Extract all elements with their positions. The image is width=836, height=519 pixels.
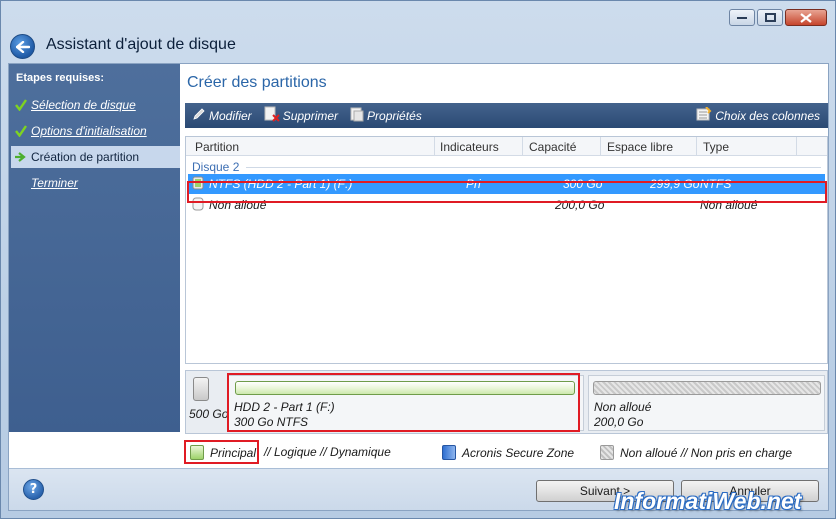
unallocated-swatch-icon: [600, 445, 614, 460]
disk-icon: [193, 377, 209, 401]
choose-columns-button[interactable]: Choix des colonnes: [696, 105, 820, 125]
maximize-icon[interactable]: [757, 9, 783, 26]
step-label: Sélection de disque: [31, 98, 136, 112]
modify-button[interactable]: Modifier: [192, 107, 252, 124]
arrow-right-icon: [11, 152, 31, 162]
pencil-icon: [192, 107, 206, 124]
delete-label: Supprimer: [282, 108, 339, 123]
watermark: InformatiWeb.net: [614, 488, 802, 514]
legend-unallocated-label: Non alloué // Non pris en charge: [620, 445, 793, 460]
app-window: Assistant d'ajout de disque Etapes requi…: [0, 0, 836, 519]
legend-logical-label: // Logique // Dynamique: [264, 445, 391, 459]
col-header-partition[interactable]: Partition: [195, 140, 239, 154]
wizard-body: Etapes requises: Sélection de disque Opt…: [8, 63, 829, 511]
check-icon: [11, 125, 31, 137]
legend: Principal // Logique // Dynamique Acroni…: [185, 442, 828, 464]
col-header-capacity[interactable]: Capacité: [529, 140, 576, 154]
group-divider: [246, 167, 821, 168]
legend-logical: // Logique // Dynamique: [264, 445, 391, 459]
window-title: Assistant d'ajout de disque: [46, 36, 236, 53]
window-controls: [729, 9, 827, 26]
steps-sidebar: Etapes requises: Sélection de disque Opt…: [9, 64, 180, 432]
partition-block-unallocated[interactable]: Non alloué 200,0 Go: [588, 375, 825, 431]
columns-label: Choix des colonnes: [715, 108, 820, 123]
unallocated-detail: 200,0 Go: [594, 415, 644, 429]
step-init-options[interactable]: Options d'initialisation: [11, 120, 180, 142]
section-title: Créer des partitions: [187, 74, 327, 91]
col-header-free[interactable]: Espace libre: [607, 140, 673, 154]
col-header-flags[interactable]: Indicateurs: [440, 140, 499, 154]
step-finish[interactable]: Terminer: [11, 172, 180, 194]
col-header-type[interactable]: Type: [703, 140, 729, 154]
highlight-box: [184, 440, 259, 464]
partitions-table: Partition Indicateurs Capacité Espace li…: [185, 136, 828, 364]
delete-icon: [264, 106, 280, 125]
unallocated-bar: [593, 381, 821, 395]
highlight-box: [227, 373, 580, 432]
properties-icon: [350, 107, 364, 125]
step-disk-selection[interactable]: Sélection de disque: [11, 94, 180, 116]
disk-group-label: Disque 2: [192, 160, 240, 174]
check-icon: [11, 99, 31, 111]
legend-secure-zone: Acronis Secure Zone: [442, 445, 574, 460]
close-icon[interactable]: [785, 9, 827, 26]
step-label: Options d'initialisation: [31, 124, 147, 138]
help-icon[interactable]: ?: [23, 479, 44, 500]
step-label: Création de partition: [31, 150, 140, 164]
delete-button[interactable]: Supprimer: [264, 106, 338, 125]
step-partition-creation[interactable]: Création de partition: [11, 146, 180, 168]
modify-label: Modifier: [209, 108, 252, 123]
secure-zone-swatch-icon: [442, 445, 456, 460]
steps-title: Etapes requises:: [16, 72, 105, 84]
legend-unallocated: Non alloué // Non pris en charge: [600, 445, 792, 460]
properties-label: Propriétés: [367, 108, 422, 123]
highlight-box: [187, 181, 827, 203]
unallocated-name: Non alloué: [594, 400, 652, 414]
title-bar: Assistant d'ajout de disque: [1, 1, 835, 63]
properties-button[interactable]: Propriétés: [350, 107, 422, 125]
step-label: Terminer: [31, 176, 78, 190]
back-arrow-icon[interactable]: [10, 34, 35, 59]
minimize-icon[interactable]: [729, 9, 755, 26]
disk-size: 500 Go: [189, 407, 229, 421]
toolbar: Modifier Supprimer Propriétés Choix des …: [185, 103, 828, 128]
table-header: Partition Indicateurs Capacité Espace li…: [186, 137, 827, 156]
legend-secure-zone-label: Acronis Secure Zone: [462, 445, 575, 460]
columns-icon: [696, 105, 712, 125]
